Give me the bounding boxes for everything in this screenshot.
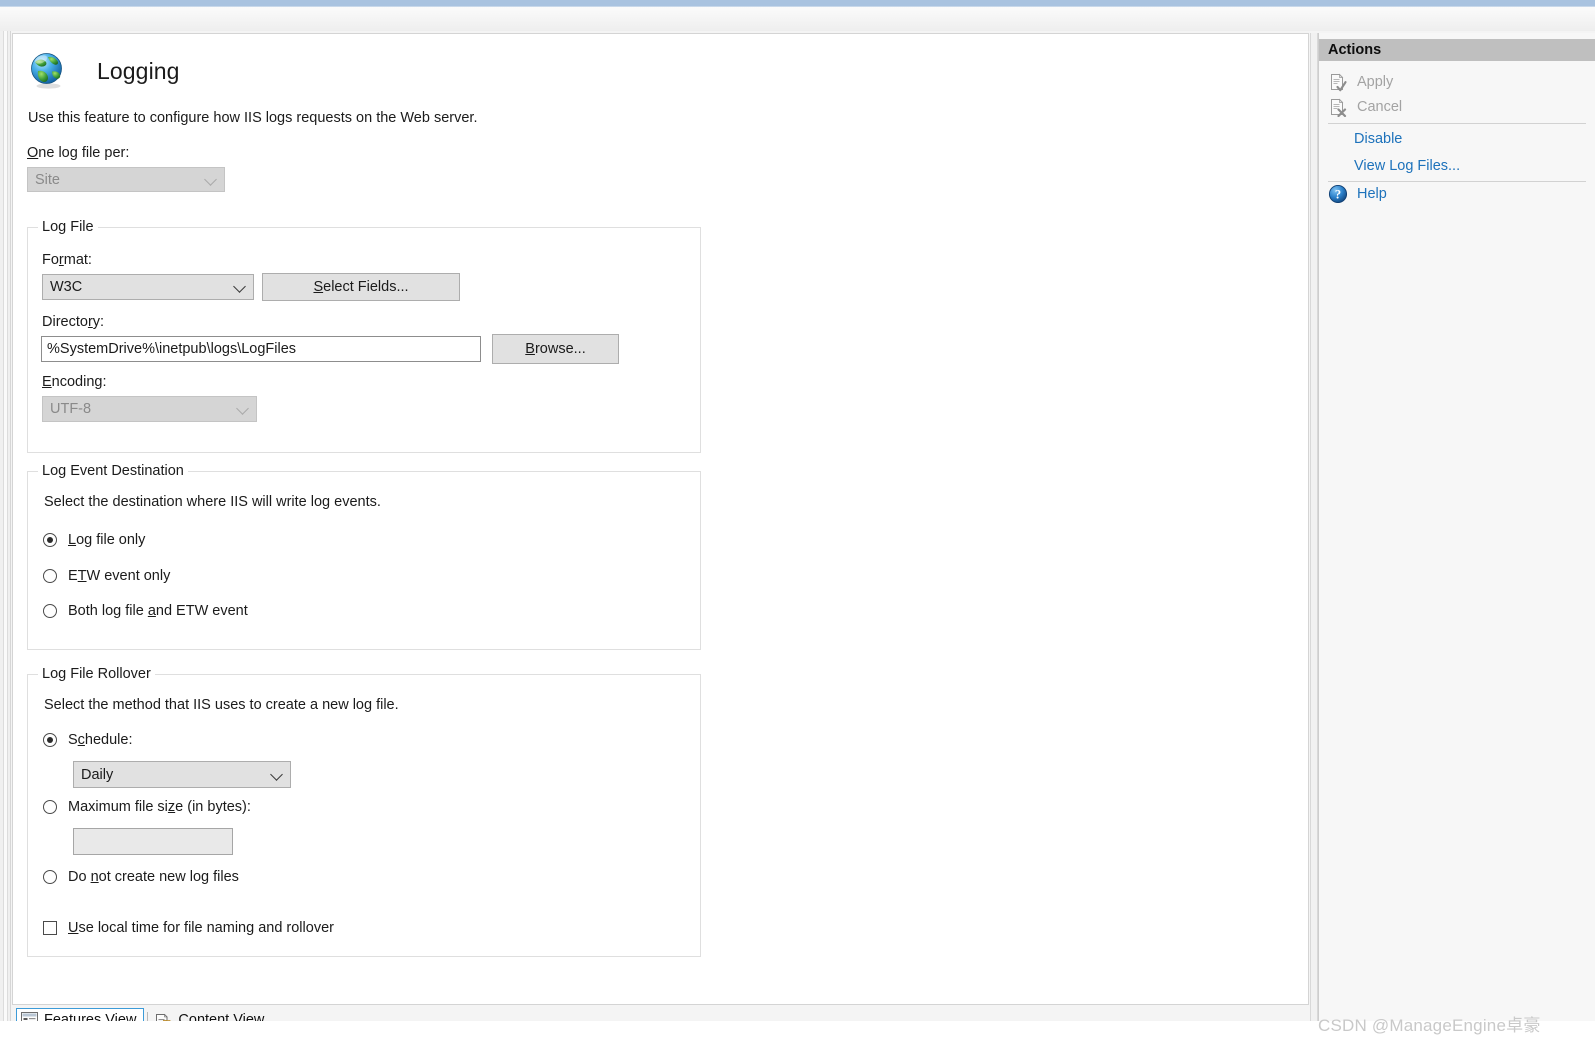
chevron-down-icon <box>233 280 246 293</box>
action-view-log-files-label: View Log Files... <box>1354 158 1461 174</box>
action-apply[interactable]: Apply <box>1328 70 1393 94</box>
schedule-select[interactable]: Daily <box>73 761 291 788</box>
action-cancel[interactable]: Cancel <box>1328 95 1402 119</box>
left-scrollbar-track[interactable] <box>3 31 8 1021</box>
radio-do-not-create-new-log-files-label: Do not create new log files <box>68 869 239 885</box>
actions-panel: Actions Apply Cancel Disable View Log Fi… <box>1318 33 1595 1021</box>
log-event-destination-group: Log Event Destination Select the destina… <box>27 463 701 650</box>
log-file-group: Log File Format: W3C Select Fields... Di… <box>27 219 701 453</box>
log-event-destination-description: Select the destination where IIS will wr… <box>44 494 381 510</box>
actions-separator-1 <box>1328 123 1586 124</box>
chevron-down-icon <box>204 172 217 186</box>
browse-button[interactable]: Browse... <box>492 334 619 364</box>
log-event-destination-group-title: Log Event Destination <box>38 463 188 479</box>
log-file-rollover-group-title: Log File Rollover <box>38 666 155 682</box>
action-apply-label: Apply <box>1357 74 1394 90</box>
maximum-file-size-input[interactable] <box>73 828 233 855</box>
watermark: CSDN @ManageEngine卓豪 <box>1318 1016 1541 1035</box>
radio-indicator <box>43 870 57 884</box>
radio-indicator <box>43 533 57 547</box>
globe-icon <box>28 51 68 91</box>
format-value: W3C <box>50 279 83 295</box>
window-top-accent-bar <box>0 0 1595 7</box>
actions-panel-header: Actions <box>1319 39 1595 61</box>
chevron-down-icon <box>270 767 283 781</box>
chevron-down-icon <box>236 402 249 415</box>
radio-schedule[interactable]: Schedule: <box>43 732 133 748</box>
encoding-value: UTF-8 <box>50 401 92 417</box>
radio-log-file-only-label: Log file only <box>68 532 146 548</box>
help-circle-icon: ? <box>1328 184 1348 204</box>
radio-indicator <box>43 733 57 747</box>
page-description: Use this feature to configure how IIS lo… <box>28 110 478 126</box>
radio-indicator <box>43 800 57 814</box>
log-file-rollover-description: Select the method that IIS uses to creat… <box>44 697 399 713</box>
radio-maximum-file-size-label: Maximum file size (in bytes): <box>68 799 251 815</box>
radio-etw-event-only-label: ETW event only <box>68 568 171 584</box>
radio-etw-event-only[interactable]: ETW event only <box>43 568 170 584</box>
format-select[interactable]: W3C <box>42 274 254 300</box>
checkbox-indicator <box>43 921 57 935</box>
action-disable-label: Disable <box>1354 131 1403 147</box>
one-log-file-per-label-rest: ne log file per: <box>38 145 130 161</box>
apply-document-check-icon <box>1328 72 1348 92</box>
radio-both-log-file-and-etw-event[interactable]: Both log file and ETW event <box>43 603 248 619</box>
directory-value: %SystemDrive%\inetpub\logs\LogFiles <box>47 341 297 357</box>
action-help[interactable]: ? Help <box>1328 182 1387 206</box>
action-view-log-files[interactable]: View Log Files... <box>1354 154 1460 178</box>
one-log-file-per-select[interactable]: Site <box>27 167 225 192</box>
radio-log-file-only[interactable]: Log file only <box>43 532 145 548</box>
select-fields-button[interactable]: Select Fields... <box>262 273 460 301</box>
one-log-file-per-value: Site <box>35 171 60 188</box>
checkbox-use-local-time-label: Use local time for file naming and rollo… <box>68 920 334 936</box>
log-file-group-title: Log File <box>38 219 98 235</box>
directory-label: Directory: <box>42 314 105 330</box>
page-header: Logging <box>28 51 180 91</box>
radio-maximum-file-size[interactable]: Maximum file size (in bytes): <box>43 799 251 815</box>
one-log-file-per-label: One log file per: <box>27 145 130 161</box>
radio-both-log-file-and-etw-event-label: Both log file and ETW event <box>68 603 248 619</box>
radio-do-not-create-new-log-files[interactable]: Do not create new log files <box>43 869 239 885</box>
checkbox-use-local-time[interactable]: Use local time for file naming and rollo… <box>43 920 334 936</box>
encoding-label: Encoding: <box>42 374 107 390</box>
action-cancel-label: Cancel <box>1357 99 1403 115</box>
format-label: Format: <box>42 252 92 268</box>
actions-splitter[interactable] <box>1310 33 1318 1021</box>
radio-schedule-label: Schedule: <box>68 732 133 748</box>
cancel-document-x-icon <box>1328 97 1348 118</box>
radio-indicator <box>43 604 57 618</box>
page-title: Logging <box>97 57 180 84</box>
window-toolbar-strip <box>0 7 1595 31</box>
directory-input[interactable]: %SystemDrive%\inetpub\logs\LogFiles <box>41 336 481 362</box>
action-disable[interactable]: Disable <box>1354 127 1402 151</box>
log-file-rollover-group: Log File Rollover Select the method that… <box>27 666 701 957</box>
action-help-label: Help <box>1357 186 1387 202</box>
svg-text:?: ? <box>1335 188 1341 202</box>
logging-feature-pane: Logging Use this feature to configure ho… <box>12 33 1309 1005</box>
left-splitter-strip[interactable] <box>0 31 11 1021</box>
radio-indicator <box>43 569 57 583</box>
schedule-value: Daily <box>81 766 114 783</box>
encoding-select[interactable]: UTF-8 <box>42 396 257 422</box>
iis-manager-logging-page: Logging Use this feature to configure ho… <box>0 0 1595 1053</box>
